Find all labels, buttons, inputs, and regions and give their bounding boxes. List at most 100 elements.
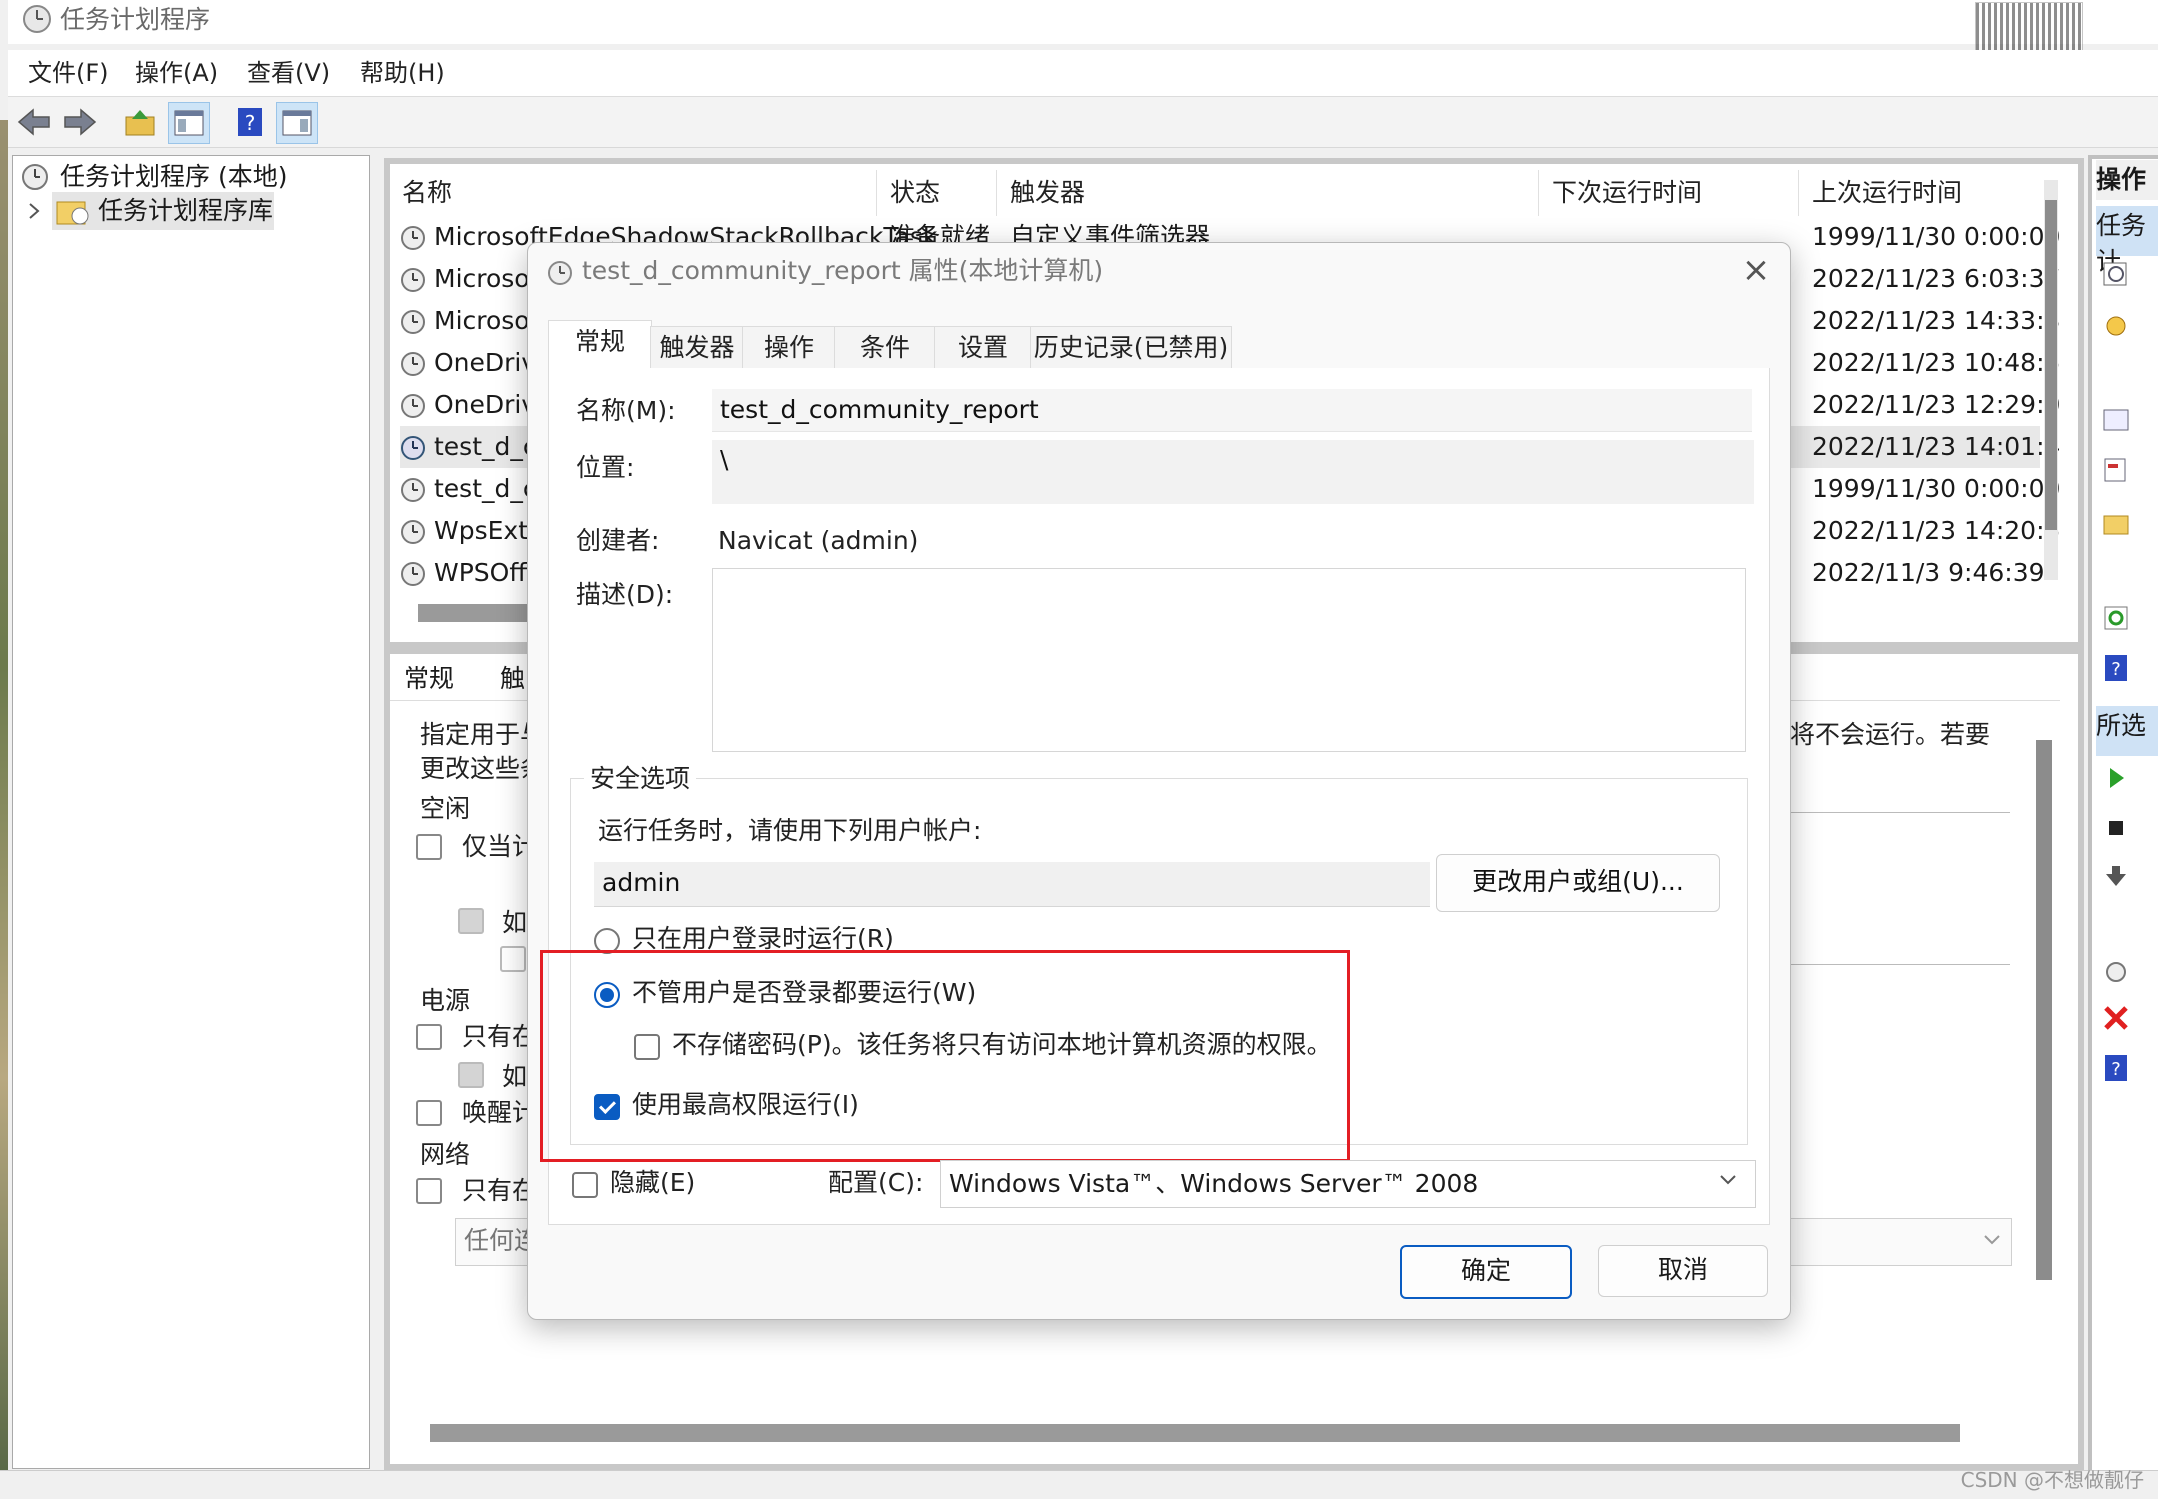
menu-help[interactable]: 帮助(H): [360, 56, 445, 90]
task-clock-icon: [401, 226, 425, 250]
detail-horizontal-scrollbar[interactable]: [430, 1424, 1960, 1442]
list-horizontal-scroll-thumb[interactable]: [418, 604, 538, 622]
power-sub-checkbox[interactable]: [458, 1062, 484, 1088]
up-folder-button[interactable]: [120, 102, 160, 142]
divider: [1790, 964, 2010, 965]
show-hide-console-tree-button[interactable]: [168, 102, 210, 144]
column-header-name[interactable]: 名称: [402, 176, 452, 210]
show-hide-action-pane-button[interactable]: [276, 102, 318, 144]
back-arrow-icon: [17, 108, 50, 136]
list-scroll-thumb[interactable]: [2045, 200, 2057, 530]
tab-conditions[interactable]: 条件: [834, 326, 936, 369]
user-account-field[interactable]: admin: [594, 862, 1430, 907]
divider: [1790, 812, 2010, 813]
task-last-run: 2022/11/23 14:33:3: [1812, 306, 2061, 335]
import-task-icon[interactable]: [2102, 406, 2130, 434]
task-clock-icon: [401, 310, 425, 334]
properties-icon[interactable]: [2102, 958, 2130, 986]
task-clock-icon: [401, 352, 425, 376]
close-icon[interactable]: ×: [1738, 252, 1774, 288]
svg-text:?: ?: [2111, 659, 2121, 680]
column-separator[interactable]: [1798, 170, 1799, 216]
display-running-icon[interactable]: [2102, 456, 2130, 484]
checkbox-hidden-label[interactable]: 隐藏(E): [610, 1166, 695, 1200]
clock-icon: [23, 5, 51, 33]
tab-actions[interactable]: 操作: [742, 326, 836, 369]
run-icon[interactable]: [2102, 764, 2130, 792]
tab-history[interactable]: 历史记录(已禁用): [1030, 326, 1232, 369]
description-textarea[interactable]: [712, 568, 1746, 752]
column-header-last-run[interactable]: 上次运行时间: [1812, 176, 1962, 210]
toolbar: [8, 97, 2158, 148]
help-icon[interactable]: ?: [2102, 1054, 2130, 1082]
forward-button[interactable]: [60, 102, 100, 142]
power-section-label: 电源: [420, 986, 471, 1015]
forward-arrow-icon: [64, 108, 97, 136]
task-name: Microsof: [434, 264, 539, 293]
power-sub-label: 如: [502, 1062, 528, 1091]
checkbox-hidden[interactable]: [572, 1172, 598, 1198]
red-highlight-box: [540, 950, 1350, 1162]
actions-section-selected[interactable]: 所选: [2096, 706, 2158, 756]
location-field[interactable]: \: [712, 440, 1754, 504]
idle-sub-checkbox[interactable]: [458, 908, 484, 934]
chevron-right-icon[interactable]: [26, 202, 42, 220]
title-bar: [8, 0, 2158, 44]
idle-sub-checkbox-2[interactable]: [500, 946, 526, 972]
back-button[interactable]: [14, 102, 54, 142]
menu-action[interactable]: 操作(A): [135, 56, 218, 90]
create-basic-task-icon[interactable]: [2102, 312, 2130, 340]
detail-tab-general[interactable]: 常规: [404, 662, 454, 696]
chevron-down-icon: [1984, 1235, 2000, 1245]
folder-up-icon: [125, 110, 155, 136]
desktop-background: [0, 120, 8, 1488]
security-options-legend: 安全选项: [584, 762, 697, 796]
network-checkbox-label: 只有在: [462, 1176, 538, 1205]
wake-checkbox-label: 唤醒计: [462, 1098, 538, 1127]
actions-section-scheduler[interactable]: 任务计: [2096, 206, 2158, 276]
dialog-title: test_d_community_report 属性(本地计算机): [582, 256, 1104, 285]
cancel-button[interactable]: 取消: [1598, 1245, 1768, 1297]
column-separator[interactable]: [876, 170, 877, 216]
help-button[interactable]: ?: [230, 102, 270, 142]
tab-settings[interactable]: 设置: [934, 326, 1032, 369]
change-user-button[interactable]: 更改用户或组(U)...: [1436, 854, 1720, 912]
ok-button[interactable]: 确定: [1400, 1245, 1572, 1299]
refresh-icon[interactable]: [2102, 604, 2130, 632]
menu-file[interactable]: 文件(F): [28, 56, 109, 90]
chevron-down-icon[interactable]: [1716, 1168, 1740, 1192]
new-folder-icon[interactable]: [2102, 508, 2130, 536]
column-header-status[interactable]: 状态: [890, 176, 940, 210]
task-clock-icon: [401, 394, 425, 418]
task-name: WPSOffi: [434, 558, 534, 587]
delete-icon[interactable]: [2102, 1004, 2130, 1032]
detail-intro-line1-right: 将不会运行。若要: [1790, 720, 1991, 749]
disable-icon[interactable]: [2102, 862, 2130, 890]
tab-general[interactable]: 常规: [548, 320, 652, 369]
console-tree: [12, 155, 370, 1469]
column-separator[interactable]: [1538, 170, 1539, 216]
name-field[interactable]: test_d_community_report: [712, 389, 1752, 432]
stop-icon[interactable]: [2102, 814, 2130, 842]
description-label: 描述(D):: [576, 580, 674, 609]
detail-vertical-scrollbar[interactable]: [2036, 740, 2052, 1280]
menu-view[interactable]: 查看(V): [247, 56, 330, 90]
power-checkbox[interactable]: [416, 1024, 442, 1050]
config-select[interactable]: Windows Vista™、Windows Server™ 2008: [940, 1160, 1756, 1208]
column-header-trigger[interactable]: 触发器: [1010, 176, 1085, 210]
tab-triggers[interactable]: 触发器: [650, 326, 744, 369]
idle-checkbox-label: 仅当计: [462, 832, 538, 861]
create-task-icon[interactable]: [2102, 260, 2130, 288]
actions-header: 操作: [2096, 160, 2158, 200]
wake-checkbox[interactable]: [416, 1100, 442, 1126]
column-separator[interactable]: [996, 170, 997, 216]
network-checkbox[interactable]: [416, 1178, 442, 1204]
help-icon[interactable]: ?: [2102, 654, 2130, 682]
svg-text:?: ?: [245, 111, 256, 135]
column-header-next-run[interactable]: 下次运行时间: [1552, 176, 1702, 210]
tree-library-label[interactable]: 任务计划程序库: [98, 194, 273, 228]
task-last-run: 1999/11/30 0:00:00: [1812, 222, 2061, 251]
idle-checkbox[interactable]: [416, 834, 442, 860]
tree-root-label[interactable]: 任务计划程序 (本地): [60, 160, 287, 194]
detail-tab-triggers[interactable]: 触: [500, 662, 525, 696]
